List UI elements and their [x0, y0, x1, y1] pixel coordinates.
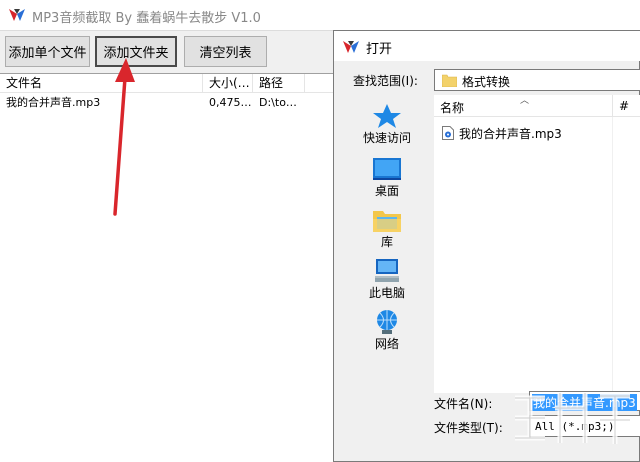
dialog-title: 打开	[366, 42, 393, 57]
app-title: MP3音频截取 By 蠢着蜗牛去散步 V1.0	[32, 11, 261, 26]
list-item-label: 我的合并声音.mp3	[459, 127, 562, 141]
place-network[interactable]: 网络	[344, 305, 430, 355]
filename-label: 文件名(N):	[434, 397, 493, 411]
sort-ascending-icon: ︿	[520, 96, 530, 106]
list-item[interactable]: 我的合并声音.mp3	[442, 125, 612, 141]
folder-icon	[442, 74, 457, 87]
dialog-logo-icon	[343, 41, 359, 53]
file-list-header: 文件名 大小(… 路径	[0, 74, 338, 93]
place-label: 桌面	[374, 184, 399, 198]
file-list-header: ︿ 名称 #	[434, 95, 640, 117]
cell-path: D:\to…	[259, 96, 297, 109]
dialog-titlebar: 打开	[334, 31, 640, 61]
red-arrow-annotation	[113, 58, 135, 216]
dialog-file-list[interactable]: ︿ 名称 # 我的合并声音.mp3	[434, 95, 640, 393]
look-in-dropdown[interactable]: 格式转换	[434, 69, 640, 91]
watermark-logo	[515, 393, 630, 444]
desktop-icon	[373, 158, 401, 180]
add-single-file-button[interactable]: 添加单个文件	[5, 36, 90, 67]
place-label: 此电脑	[368, 286, 405, 300]
look-in-label: 查找范围(I):	[353, 74, 418, 88]
places-bar: 快速访问 桌面 库 此电脑 网络	[344, 95, 430, 387]
file-list[interactable]: 文件名 大小(… 路径 我的合并声音.mp3 0,475… D:\to…	[0, 73, 338, 462]
column-divider	[612, 117, 613, 393]
column-separator	[612, 95, 613, 117]
cell-size: 0,475…	[209, 96, 251, 109]
column-header-size[interactable]: 大小(…	[203, 74, 253, 93]
place-label: 库	[380, 235, 393, 249]
audio-file-icon	[442, 126, 454, 140]
column-header-number[interactable]: #	[619, 99, 629, 113]
column-header-name[interactable]: 名称	[440, 99, 464, 116]
place-label: 快速访问	[362, 131, 411, 145]
place-quick-access[interactable]: 快速访问	[344, 99, 430, 149]
quick-access-star-icon	[373, 104, 401, 128]
look-in-value: 格式转换	[462, 75, 511, 89]
app-titlebar: MP3音频截取 By 蠢着蜗牛去散步 V1.0	[0, 0, 640, 31]
network-icon	[377, 310, 397, 334]
column-header-path[interactable]: 路径	[253, 74, 305, 93]
app-logo-icon	[9, 9, 25, 21]
table-row[interactable]: 我的合并声音.mp3 0,475… D:\to…	[0, 94, 338, 111]
clear-list-button[interactable]: 清空列表	[184, 36, 267, 67]
place-desktop[interactable]: 桌面	[344, 152, 430, 202]
place-this-pc[interactable]: 此电脑	[344, 254, 430, 304]
place-library[interactable]: 库	[344, 203, 430, 253]
this-pc-icon	[375, 259, 399, 282]
filetype-label: 文件类型(T):	[434, 421, 503, 435]
place-label: 网络	[374, 337, 399, 351]
library-icon	[373, 211, 401, 232]
